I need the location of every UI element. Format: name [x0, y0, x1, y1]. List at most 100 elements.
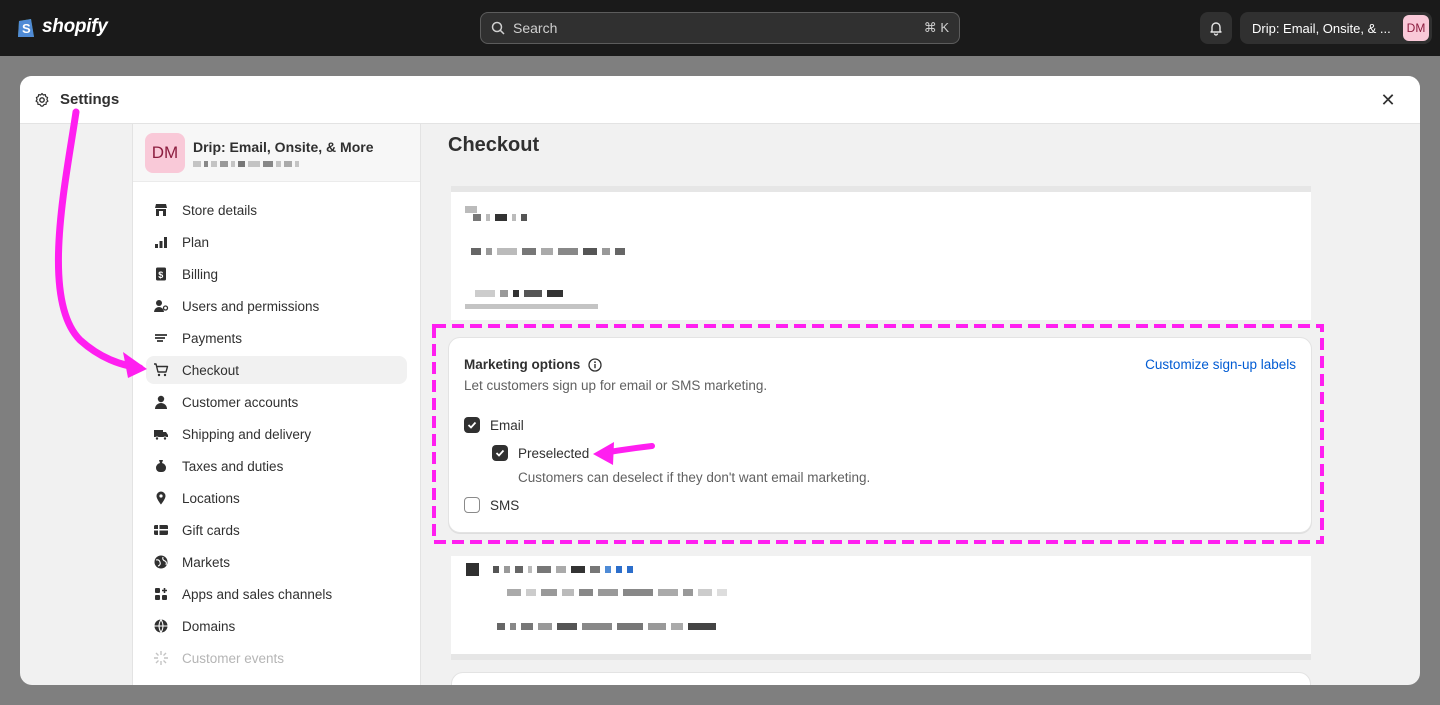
search-icon — [491, 21, 505, 35]
settings-nav: Store details Plan $ Billing Users and p… — [133, 182, 420, 672]
location-icon — [152, 489, 170, 507]
check-icon — [495, 449, 505, 457]
search-shortcut: ⌘ K — [923, 20, 949, 35]
gift-card-icon — [152, 521, 170, 539]
redacted-text — [497, 623, 716, 630]
sidebar-item-customer-accounts[interactable]: Customer accounts — [146, 388, 407, 416]
sidebar-item-label: Domains — [182, 618, 236, 634]
redacted-checkbox — [466, 563, 479, 576]
shopify-bag-icon: S — [18, 19, 34, 37]
settings-modal: Settings ✕ DM Drip: Email, Onsite, & Mor… — [20, 76, 1420, 685]
shopify-wordmark: shopify — [42, 16, 108, 37]
gear-icon — [35, 92, 49, 107]
domains-icon — [152, 617, 170, 635]
preselected-help-text: Customers can deselect if they don't wan… — [518, 470, 871, 485]
bell-icon — [1210, 22, 1222, 36]
sidebar-item-gift-cards[interactable]: Gift cards — [146, 516, 407, 544]
svg-text:$: $ — [158, 270, 163, 280]
globe-icon — [152, 553, 170, 571]
search-placeholder: Search — [513, 20, 558, 36]
close-button[interactable]: ✕ — [1378, 90, 1398, 110]
store-avatar: DM — [145, 132, 185, 173]
settings-sidebar: DM Drip: Email, Onsite, & More Store det… — [132, 124, 421, 685]
sidebar-item-label: Billing — [182, 266, 219, 282]
sms-checkbox[interactable] — [464, 497, 480, 513]
customize-signup-labels-link[interactable]: Customize sign-up labels — [1145, 357, 1296, 372]
sidebar-item-label: Shipping and delivery — [182, 426, 312, 442]
truck-icon — [152, 425, 170, 443]
close-icon: ✕ — [1380, 89, 1396, 110]
redacted-text — [493, 566, 633, 573]
store-switcher-name: Drip: Email, Onsite, & ... — [1252, 20, 1391, 36]
redacted-text — [473, 214, 527, 221]
redacted-text — [475, 290, 563, 297]
sidebar-item-label: Apps and sales channels — [182, 586, 333, 602]
avatar: DM — [1403, 15, 1429, 41]
redacted-text — [465, 206, 477, 213]
marketing-options-card: Marketing options Let customers sign up … — [448, 337, 1312, 533]
sidebar-item-payments[interactable]: Payments — [146, 324, 407, 352]
sidebar-item-label: Taxes and duties — [182, 458, 284, 474]
sidebar-item-label: Payments — [182, 330, 243, 346]
sidebar-item-label: Markets — [182, 554, 231, 570]
sidebar-item-users[interactable]: Users and permissions — [146, 292, 407, 320]
redacted-text — [471, 248, 625, 255]
redacted-card-top — [451, 186, 1311, 320]
sidebar-item-locations[interactable]: Locations — [146, 484, 407, 512]
search-input[interactable]: Search ⌘ K — [480, 12, 960, 44]
sidebar-item-label: Locations — [182, 490, 240, 506]
sidebar-item-plan[interactable]: Plan — [146, 228, 407, 256]
store-name: Drip: Email, Onsite, & More — [193, 138, 374, 155]
sidebar-item-domains[interactable]: Domains — [146, 612, 407, 640]
sidebar-item-customer-events[interactable]: Customer events — [146, 644, 407, 672]
next-card — [451, 672, 1311, 685]
sidebar-item-shipping[interactable]: Shipping and delivery — [146, 420, 407, 448]
sms-option[interactable]: SMS — [464, 497, 519, 513]
sidebar-item-label: Checkout — [182, 362, 240, 378]
modal-header: Settings ✕ — [20, 76, 1420, 124]
plan-icon — [152, 233, 170, 251]
modal-title: Settings — [60, 91, 120, 108]
redacted-link — [465, 304, 598, 309]
sidebar-item-checkout[interactable]: Checkout — [146, 356, 407, 384]
store-switcher[interactable]: Drip: Email, Onsite, & ... DM — [1240, 12, 1432, 44]
marketing-title: Marketing options — [464, 357, 602, 372]
person-icon — [152, 393, 170, 411]
sidebar-item-label: Gift cards — [182, 522, 240, 538]
apps-icon — [152, 585, 170, 603]
marketing-title-text: Marketing options — [464, 357, 581, 372]
sidebar-item-apps[interactable]: Apps and sales channels — [146, 580, 407, 608]
preselected-label: Preselected — [518, 445, 590, 461]
marketing-subtitle: Let customers sign up for email or SMS m… — [464, 378, 768, 393]
sidebar-item-label: Customer accounts — [182, 394, 299, 410]
cart-icon — [152, 361, 170, 379]
info-icon[interactable] — [588, 357, 602, 372]
sidebar-item-billing[interactable]: $ Billing — [146, 260, 407, 288]
check-icon — [467, 421, 477, 429]
sidebar-item-store-details[interactable]: Store details — [146, 196, 407, 224]
shopify-logo[interactable]: S shopify — [16, 15, 108, 39]
payments-icon — [152, 329, 170, 347]
page-title: Checkout — [448, 134, 540, 156]
email-checkbox[interactable] — [464, 417, 480, 433]
tax-icon — [152, 457, 170, 475]
users-icon — [152, 297, 170, 315]
sidebar-item-markets[interactable]: Markets — [146, 548, 407, 576]
preselected-option[interactable]: Preselected — [492, 445, 589, 461]
redacted-text — [507, 589, 727, 596]
email-option[interactable]: Email — [464, 417, 524, 433]
sms-label: SMS — [490, 497, 520, 513]
store-icon — [152, 201, 170, 219]
billing-icon: $ — [152, 265, 170, 283]
top-bar: S shopify Search ⌘ K Drip: Email, Onsite… — [0, 0, 1440, 56]
store-card[interactable]: DM Drip: Email, Onsite, & More — [133, 124, 420, 182]
sidebar-item-label: Customer events — [182, 650, 285, 666]
email-label: Email — [490, 417, 524, 433]
store-domain-redacted — [193, 160, 373, 167]
svg-text:S: S — [22, 21, 31, 36]
preselected-checkbox[interactable] — [492, 445, 508, 461]
redacted-card-bottom — [451, 556, 1311, 660]
notifications-button[interactable] — [1200, 12, 1232, 44]
sidebar-item-taxes[interactable]: Taxes and duties — [146, 452, 407, 480]
sidebar-item-label: Plan — [182, 234, 210, 250]
